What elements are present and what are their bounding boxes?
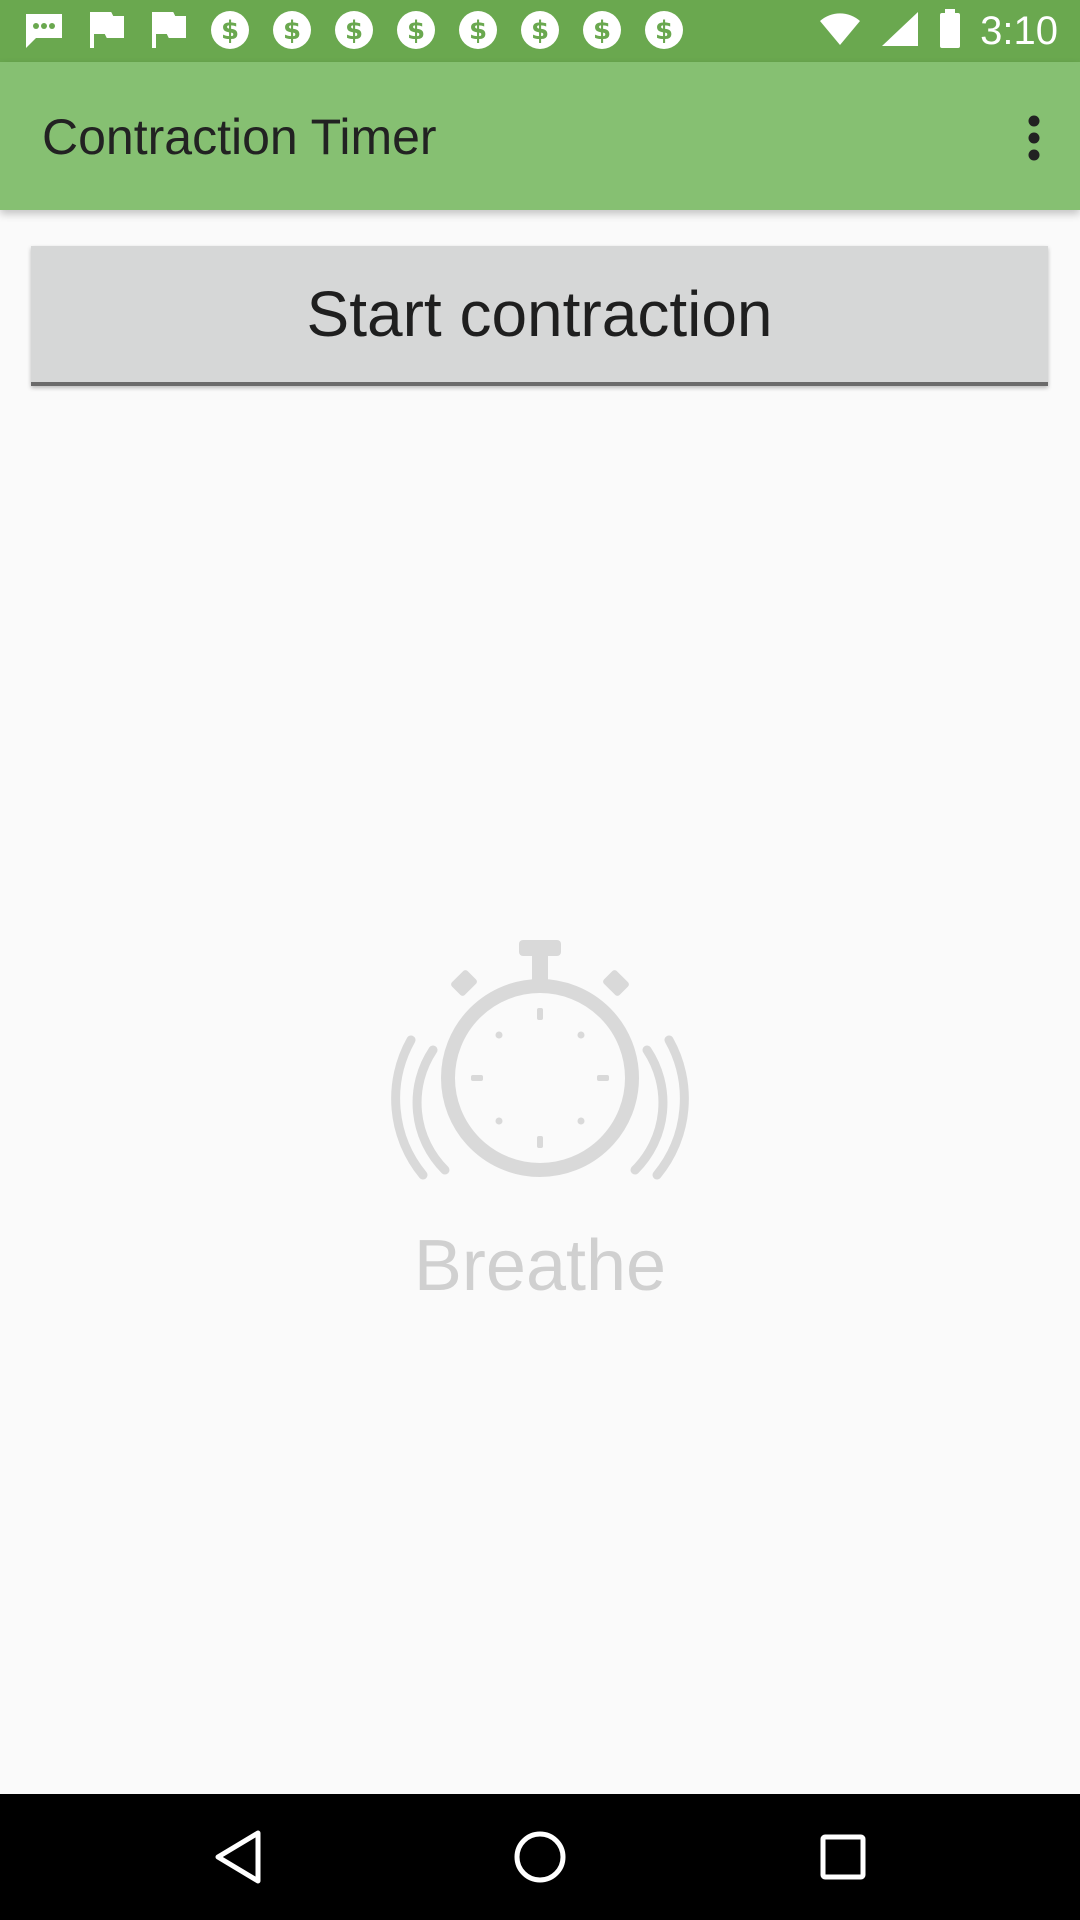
- flag-icon: [146, 8, 190, 52]
- status-time: 3:10: [980, 8, 1058, 53]
- money-icon: $: [456, 8, 500, 52]
- svg-text:$: $: [531, 16, 549, 46]
- status-bar: $ $ $ $ $ $ $ $ 3:10: [0, 0, 1080, 62]
- flag-icon: [84, 8, 128, 52]
- money-icon: $: [270, 8, 314, 52]
- app-bar: Contraction Timer: [0, 62, 1080, 210]
- back-button[interactable]: [197, 1817, 277, 1897]
- back-icon: [215, 1830, 261, 1884]
- recents-button[interactable]: [803, 1817, 883, 1897]
- money-icon: $: [580, 8, 624, 52]
- money-icon: $: [332, 8, 376, 52]
- navigation-bar: [0, 1794, 1080, 1920]
- home-icon: [514, 1831, 566, 1883]
- wifi-icon: [818, 11, 862, 51]
- start-contraction-button[interactable]: Start contraction: [31, 246, 1048, 386]
- money-icon: $: [518, 8, 562, 52]
- notification-icons: $ $ $ $ $ $ $ $: [22, 8, 686, 52]
- messaging-icon: [22, 8, 66, 52]
- home-button[interactable]: [500, 1817, 580, 1897]
- breathe-text: Breathe: [413, 1226, 667, 1306]
- money-icon: $: [642, 8, 686, 52]
- money-icon: $: [208, 8, 252, 52]
- app-title: Contraction Timer: [42, 109, 437, 165]
- svg-text:$: $: [221, 16, 239, 46]
- svg-text:$: $: [283, 16, 301, 46]
- svg-text:$: $: [655, 16, 673, 46]
- recents-icon: [820, 1834, 866, 1880]
- status-right: 3:10: [818, 4, 1058, 58]
- stopwatch-icon: [375, 930, 705, 1200]
- more-vert-icon: [1028, 115, 1040, 161]
- svg-text:$: $: [593, 16, 611, 46]
- battery-icon: [938, 9, 962, 53]
- svg-text:$: $: [407, 16, 425, 46]
- overflow-menu-button[interactable]: [1002, 102, 1066, 174]
- svg-text:$: $: [469, 16, 487, 46]
- cell-signal-icon: [880, 10, 920, 52]
- svg-text:$: $: [345, 16, 363, 46]
- money-icon: $: [394, 8, 438, 52]
